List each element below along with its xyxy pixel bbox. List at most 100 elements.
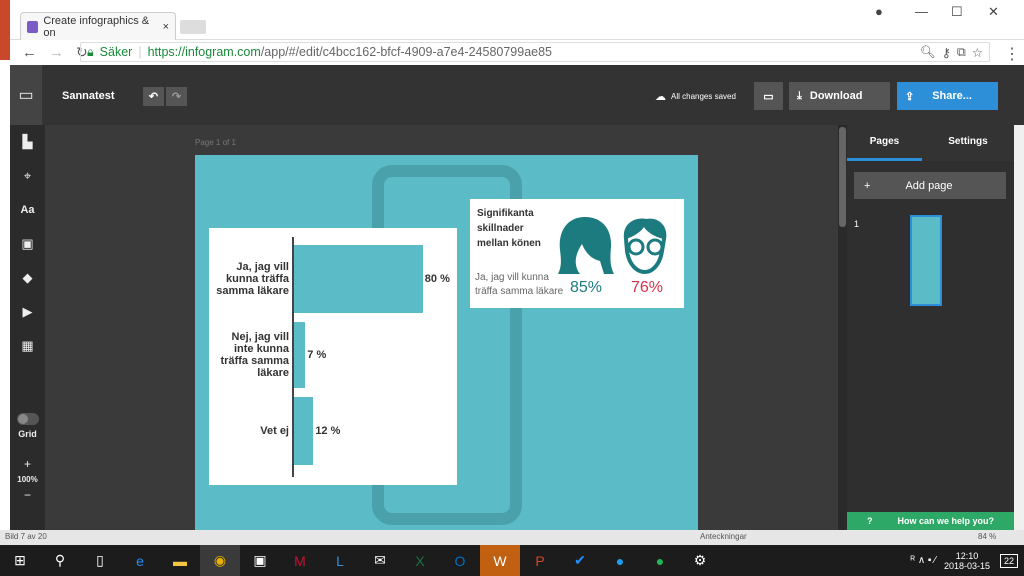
cloud-check-icon: ☁ bbox=[655, 91, 666, 103]
mail-icon[interactable]: ✉ bbox=[360, 545, 400, 576]
excel-icon[interactable]: X bbox=[400, 545, 440, 576]
store-icon[interactable]: ▣ bbox=[240, 545, 280, 576]
image-icon[interactable]: ▣ bbox=[21, 227, 33, 261]
zoom-icon[interactable]: 🔍︎ bbox=[920, 45, 936, 60]
share-icon: ⇪ bbox=[905, 90, 915, 103]
notes-button[interactable]: Anteckningar bbox=[700, 532, 747, 541]
page-number: 1 bbox=[854, 219, 860, 229]
lync-icon[interactable]: L bbox=[320, 545, 360, 576]
grid-toggle[interactable] bbox=[16, 413, 39, 425]
browser-tab[interactable]: Create infographics & on × bbox=[20, 12, 176, 40]
windows-start-icon[interactable]: ⊞ bbox=[0, 545, 40, 576]
library-button[interactable]: ▭ bbox=[10, 65, 42, 125]
female-value: 85% bbox=[570, 279, 603, 296]
close-window-icon[interactable]: ✕ bbox=[988, 4, 999, 20]
tray-icons[interactable]: ᴿ ∧ ▪ ⁄ bbox=[911, 555, 936, 566]
minimize-icon[interactable]: — bbox=[915, 4, 928, 19]
mcafee-icon[interactable]: M bbox=[280, 545, 320, 576]
ppt-zoom: 84 % bbox=[978, 532, 997, 541]
key-icon[interactable]: ⚷ bbox=[942, 45, 951, 60]
infographic-page[interactable]: Ja, jag vill kunna träffa samma läkare 80… bbox=[195, 155, 698, 530]
forward-icon[interactable]: → bbox=[49, 44, 64, 61]
lock-icon: 🔒︎ bbox=[87, 44, 94, 59]
category-label: Nej, jag vill inte kunna träffa samma lä… bbox=[220, 331, 289, 379]
scrollbar-thumb[interactable] bbox=[839, 127, 846, 227]
redo-button[interactable]: ↷ bbox=[166, 87, 187, 106]
search-icon[interactable]: ⚲ bbox=[40, 545, 80, 576]
undo-button[interactable]: ↶ bbox=[143, 87, 164, 106]
bar[interactable] bbox=[294, 245, 423, 313]
close-tab-icon[interactable]: × bbox=[163, 21, 169, 33]
tab-title: Create infographics & on bbox=[43, 14, 150, 39]
female-icon bbox=[558, 217, 614, 274]
shapes-icon[interactable]: ◆ bbox=[23, 261, 33, 295]
stat-card[interactable]: Signifikanta skillnader mellan könen Ja,… bbox=[470, 199, 684, 308]
category-label: Ja, jag vill kunna träffa samma läkare bbox=[216, 261, 289, 297]
inbox-icon: ▭ bbox=[18, 87, 34, 104]
editor-canvas: Page 1 of 1 Ja, jag vill kunna träffa sa… bbox=[45, 125, 838, 530]
help-button[interactable]: ? How can we help you? bbox=[847, 512, 1014, 530]
download-button[interactable]: ⤓ Download bbox=[789, 82, 890, 110]
maximize-icon[interactable]: ☐ bbox=[951, 4, 963, 20]
spotify-icon[interactable]: ● bbox=[640, 545, 680, 576]
tab-pages[interactable]: Pages bbox=[847, 125, 922, 161]
plus-icon: + bbox=[864, 179, 871, 192]
notification-center[interactable]: 22 bbox=[999, 553, 1018, 568]
settings-gear-icon[interactable]: ⚙ bbox=[680, 545, 720, 576]
translate-icon[interactable]: ⧉ bbox=[957, 45, 966, 60]
bar[interactable] bbox=[294, 397, 314, 465]
url-host: https://infogram.com bbox=[147, 45, 261, 59]
value-label: 12 % bbox=[315, 425, 341, 437]
text-icon[interactable]: Aa bbox=[20, 193, 34, 227]
male-icon bbox=[623, 218, 667, 275]
slide-indicator: Bild 7 av 20 bbox=[5, 532, 47, 541]
powerpoint-icon[interactable]: P bbox=[520, 545, 560, 576]
background-window bbox=[0, 0, 10, 545]
tool-rail: ▙ ⌖ Aa ▣ ◆ ▶ ▦ Grid + 100% − bbox=[10, 125, 45, 530]
background-app-strip bbox=[0, 0, 10, 60]
task-view-icon[interactable]: ▯ bbox=[80, 545, 120, 576]
zoom-level: 100% bbox=[17, 475, 38, 484]
map-icon[interactable]: ⌖ bbox=[24, 159, 31, 193]
zoom-out-button[interactable]: − bbox=[24, 488, 31, 502]
monitor-icon: ▭ bbox=[763, 90, 774, 103]
page-thumbnail[interactable] bbox=[910, 215, 942, 306]
edge-icon[interactable]: e bbox=[120, 545, 160, 576]
clock[interactable]: 12:10 2018-03-15 bbox=[944, 551, 990, 571]
chrome-icon[interactable]: ◉ bbox=[200, 545, 240, 576]
profile-icon[interactable]: ● bbox=[875, 4, 883, 19]
infogram-favicon-icon bbox=[27, 20, 39, 33]
back-icon[interactable]: ← bbox=[22, 44, 37, 61]
grid-label: Grid bbox=[18, 429, 37, 439]
word-icon[interactable]: W bbox=[480, 545, 520, 576]
apps-icon[interactable]: ▦ bbox=[21, 329, 33, 363]
male-value: 76% bbox=[631, 279, 664, 296]
value-label: 7 % bbox=[307, 349, 327, 361]
project-name[interactable]: Sannatest bbox=[62, 90, 115, 102]
stat-subtitle: Ja, jag vill kunna träffa samma läkare bbox=[475, 272, 564, 297]
v-app-icon[interactable]: ✔ bbox=[560, 545, 600, 576]
bar-chart[interactable]: Ja, jag vill kunna träffa samma läkare 80… bbox=[209, 228, 457, 485]
outlook-icon[interactable]: O bbox=[440, 545, 480, 576]
secure-label: Säker bbox=[99, 45, 133, 59]
preview-button[interactable]: ▭ bbox=[754, 82, 783, 110]
help-icon: ? bbox=[866, 516, 873, 526]
bookmark-star-icon[interactable]: ☆ bbox=[972, 45, 983, 60]
share-button[interactable]: ⇪ Share... bbox=[897, 82, 998, 110]
tab-settings[interactable]: Settings bbox=[922, 125, 1014, 161]
taskbar: ⊞ ⚲ ▯ e ▬ ◉ ▣ M L ✉ X O W P ✔ ● ● ⚙ ᴿ ∧ … bbox=[0, 545, 1024, 576]
address-bar[interactable]: 🔒︎ Säker | https://infogram.com/app/#/ed… bbox=[80, 42, 990, 62]
add-page-button[interactable]: + Add page bbox=[854, 172, 1006, 199]
ppt-status-bar: Bild 7 av 20 Anteckningar 84 % bbox=[0, 530, 1024, 545]
menu-icon[interactable]: ⋮ bbox=[1004, 44, 1020, 64]
page-indicator: Page 1 of 1 bbox=[195, 138, 236, 147]
category-label: Vet ej bbox=[260, 425, 289, 437]
value-label: 80 % bbox=[424, 273, 450, 285]
bar[interactable] bbox=[294, 322, 306, 388]
bubble-app-icon[interactable]: ● bbox=[600, 545, 640, 576]
file-explorer-icon[interactable]: ▬ bbox=[160, 545, 200, 576]
zoom-in-button[interactable]: + bbox=[24, 457, 31, 471]
video-icon[interactable]: ▶ bbox=[23, 295, 33, 329]
chart-icon[interactable]: ▙ bbox=[23, 125, 33, 159]
new-tab-button[interactable] bbox=[180, 20, 206, 34]
